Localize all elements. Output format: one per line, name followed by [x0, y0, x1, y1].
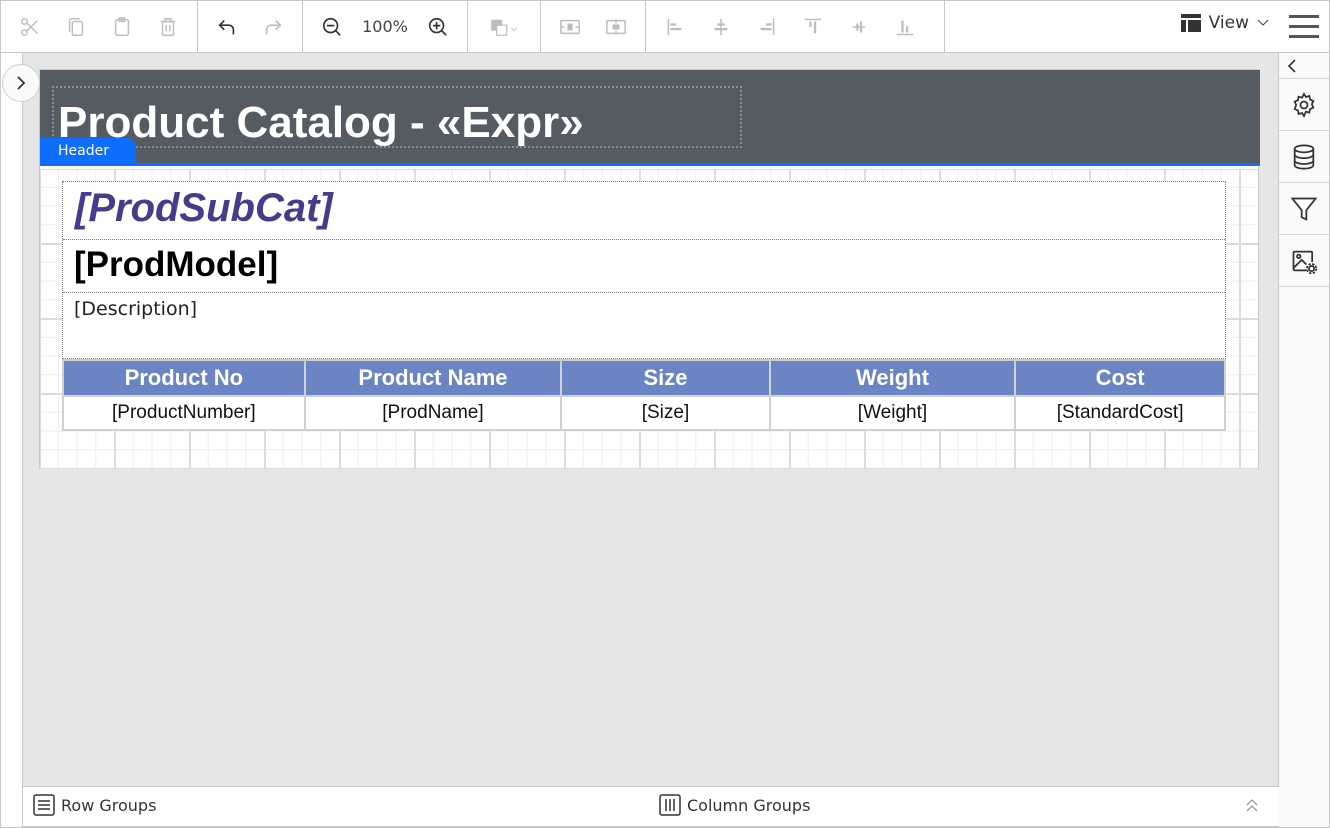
fill-color-dropdown[interactable] — [474, 7, 534, 47]
view-label: View — [1208, 13, 1249, 33]
align-left-icon — [667, 18, 682, 35]
align-middle-icon — [852, 21, 866, 32]
filter-button[interactable] — [1279, 183, 1329, 235]
product-table[interactable]: Product No Product Name Size Weight Cost… — [62, 359, 1226, 431]
redo-button[interactable] — [250, 7, 296, 47]
cut-button[interactable] — [7, 7, 53, 47]
zoom-level: 100% — [362, 17, 408, 36]
toolbar: 100% View — [1, 0, 1329, 53]
column-groups-label: Column Groups — [687, 795, 811, 815]
cell-product-number[interactable]: [ProductNumber] — [62, 395, 306, 431]
hamburger-icon — [1289, 15, 1319, 38]
page-header-band[interactable]: Product Catalog - «Expr» Header — [40, 70, 1260, 166]
clipboard-group — [1, 0, 198, 53]
report-page: Product Catalog - «Expr» Header [ProdSub… — [39, 69, 1260, 469]
clipboard-icon — [114, 16, 130, 36]
copy-icon — [68, 17, 84, 36]
header-cell-product-no[interactable]: Product No — [62, 359, 306, 397]
right-properties-panel — [1278, 53, 1329, 827]
report-designer: 100% View Product Catalog - «Expr» Heade… — [0, 0, 1330, 828]
trash-icon — [160, 17, 176, 36]
report-title: Product Catalog - «Expr» — [58, 98, 584, 147]
description-textbox[interactable]: [Description] — [63, 293, 1225, 360]
chevron-left-icon — [1287, 58, 1296, 73]
zoom-out-button[interactable] — [309, 7, 355, 47]
scissors-icon — [21, 17, 38, 36]
zoom-in-button[interactable] — [415, 7, 461, 47]
cell-prod-name[interactable]: [ProdName] — [303, 395, 563, 431]
hamburger-menu-button[interactable] — [1289, 13, 1319, 41]
align-bottom-icon — [896, 20, 914, 35]
vertical-spacing-button[interactable] — [593, 7, 639, 47]
column-groups-toggle[interactable]: Column Groups — [659, 794, 810, 816]
align-center-icon — [714, 18, 728, 35]
layout-icon — [1180, 14, 1201, 32]
groups-bar: Row Groups Column Groups — [23, 786, 1279, 827]
vertical-spacing-icon — [606, 19, 626, 34]
database-icon — [1293, 143, 1315, 170]
table-header-row: Product No Product Name Size Weight Cost — [62, 359, 1226, 397]
title-textbox[interactable]: Product Catalog - «Expr» — [52, 86, 742, 148]
horizontal-spacing-icon — [560, 19, 580, 34]
horizontal-spacing-button[interactable] — [547, 7, 593, 47]
list-region[interactable]: [ProdSubCat] [ProdModel] [Description] — [62, 181, 1226, 359]
paste-button[interactable] — [99, 7, 145, 47]
chevron-right-icon — [17, 76, 26, 90]
undo-icon — [218, 19, 235, 34]
delete-button[interactable] — [145, 7, 191, 47]
gear-icon — [1293, 91, 1315, 118]
properties-button[interactable] — [1279, 79, 1329, 131]
cell-standard-cost[interactable]: [StandardCost] — [1014, 395, 1226, 431]
redo-icon — [265, 19, 282, 34]
body-band[interactable]: [ProdSubCat] [ProdModel] [Description] P… — [40, 169, 1258, 469]
header-cell-weight[interactable]: Weight — [768, 359, 1017, 397]
align-left-button[interactable] — [652, 7, 698, 47]
history-group — [198, 0, 303, 53]
align-top-icon — [804, 18, 822, 33]
table-row: [ProductNumber] [ProdName] [Size] [Weigh… — [62, 395, 1226, 431]
model-field: [ProdModel] — [74, 245, 279, 284]
align-bottom-button[interactable] — [882, 7, 928, 47]
align-right-icon — [760, 18, 775, 35]
description-field: [Description] — [74, 298, 198, 320]
zoom-out-icon — [322, 17, 341, 36]
copy-button[interactable] — [53, 7, 99, 47]
header-cell-cost[interactable]: Cost — [1014, 359, 1226, 397]
left-panel-collapsed — [1, 53, 23, 827]
header-cell-product-name[interactable]: Product Name — [303, 359, 563, 397]
column-groups-icon — [659, 794, 681, 816]
fill-color-icon — [491, 19, 518, 36]
spacing-group — [541, 0, 646, 53]
view-dropdown[interactable]: View — [1180, 13, 1269, 33]
double-chevron-up-icon — [1246, 799, 1258, 812]
align-center-button[interactable] — [698, 7, 744, 47]
row-groups-icon — [33, 794, 55, 816]
cell-size[interactable]: [Size] — [560, 395, 771, 431]
chevron-down-icon — [1257, 19, 1269, 26]
expand-left-panel-button[interactable] — [2, 64, 40, 102]
cell-weight[interactable]: [Weight] — [768, 395, 1017, 431]
header-band-tab[interactable]: Header — [40, 138, 136, 166]
zoom-in-icon — [428, 17, 447, 36]
row-groups-toggle[interactable]: Row Groups — [33, 794, 156, 816]
design-canvas: Product Catalog - «Expr» Header [ProdSub… — [23, 53, 1279, 786]
zoom-group: 100% — [303, 0, 468, 53]
align-top-button[interactable] — [790, 7, 836, 47]
undo-button[interactable] — [204, 7, 250, 47]
model-textbox[interactable]: [ProdModel] — [63, 240, 1225, 293]
fill-group — [468, 0, 541, 53]
subcategory-textbox[interactable]: [ProdSubCat] — [63, 182, 1225, 240]
header-cell-size[interactable]: Size — [560, 359, 771, 397]
filter-icon — [1290, 197, 1318, 221]
align-right-button[interactable] — [744, 7, 790, 47]
image-settings-button[interactable] — [1279, 235, 1329, 287]
align-middle-button[interactable] — [836, 7, 882, 47]
image-settings-icon — [1292, 250, 1318, 274]
align-group — [646, 0, 945, 53]
expand-groups-button[interactable] — [1245, 797, 1259, 818]
data-sources-button[interactable] — [1279, 131, 1329, 183]
row-groups-label: Row Groups — [61, 795, 157, 815]
subcategory-field: [ProdSubCat] — [75, 186, 333, 230]
collapse-right-panel-button[interactable] — [1279, 53, 1329, 79]
